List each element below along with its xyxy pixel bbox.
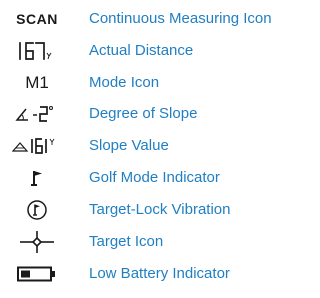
legend-label: Mode Icon — [89, 74, 160, 91]
low-battery-icon — [0, 259, 74, 289]
legend-label: Golf Mode Indicator — [89, 169, 220, 186]
legend-row-target-lock-vibration: Target-Lock Vibration — [0, 195, 300, 225]
target-crosshair-icon — [0, 227, 74, 257]
legend-row-low-battery: Low Battery Indicator — [0, 259, 300, 289]
legend-row-continuous-measuring: SCAN Continuous Measuring Icon — [0, 4, 300, 34]
legend-label: Target Icon — [89, 233, 164, 250]
legend-label: Continuous Measuring Icon — [89, 10, 272, 27]
legend-label: Target-Lock Vibration — [89, 201, 231, 218]
legend-row-mode: M1 Mode Icon — [0, 68, 300, 98]
mode-text-icon: M1 — [25, 73, 49, 92]
legend-row-slope-value: Slope Value — [0, 131, 300, 161]
icon-legend: SCAN Continuous Measuring Icon Actual Di… — [0, 0, 300, 298]
legend-row-target: Target Icon — [0, 227, 300, 257]
legend-label: Low Battery Indicator — [89, 265, 230, 282]
target-lock-vibration-icon — [0, 195, 74, 225]
golf-flag-icon — [0, 163, 74, 193]
legend-row-degree-of-slope: Degree of Slope — [0, 99, 300, 129]
legend-label: Degree of Slope — [89, 105, 198, 122]
legend-row-golf-mode: Golf Mode Indicator — [0, 163, 300, 193]
distance-digits-icon — [0, 36, 74, 66]
legend-label: Slope Value — [89, 137, 169, 154]
legend-label: Actual Distance — [89, 42, 194, 59]
slope-angle-icon — [0, 99, 74, 129]
legend-row-actual-distance: Actual Distance — [0, 36, 300, 66]
slope-value-icon — [0, 131, 74, 161]
scan-text-icon: SCAN — [16, 11, 58, 27]
